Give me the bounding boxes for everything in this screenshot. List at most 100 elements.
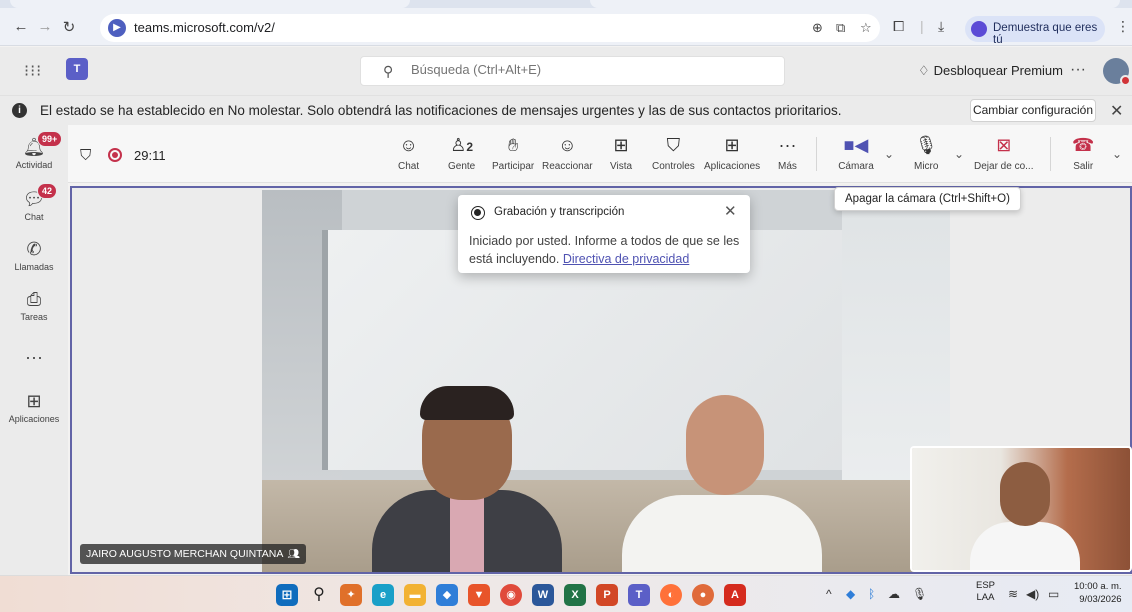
wifi-icon[interactable]: ≋ bbox=[1008, 587, 1018, 601]
edge-icon[interactable]: e bbox=[372, 584, 394, 606]
zoom-icon[interactable]: ⊕ bbox=[812, 20, 823, 36]
more-icon: ··· bbox=[778, 135, 797, 155]
address-bar[interactable]: ▶ teams.microsoft.com/v2/ ⊕ ⧉ ☆ bbox=[100, 14, 880, 42]
rail-item-activity[interactable]: 🔔︎ 99+ Actividad bbox=[0, 131, 68, 170]
chrome-icon[interactable]: ◉ bbox=[500, 584, 522, 606]
apps-label: Aplicaciones bbox=[704, 161, 761, 172]
mic-button[interactable]: 🎙︎ Micro bbox=[914, 135, 938, 172]
guest-icon: 👥︎ bbox=[287, 549, 301, 560]
self-view-video[interactable] bbox=[910, 446, 1132, 572]
chat-icon: ☺︎ bbox=[399, 135, 418, 155]
privacy-policy-link[interactable]: Directiva de privacidad bbox=[563, 252, 689, 266]
more-button[interactable]: ··· Más bbox=[778, 135, 797, 172]
word-icon[interactable]: W bbox=[532, 584, 554, 606]
windows-start-icon[interactable]: ⊞ bbox=[276, 584, 298, 606]
bookmark-star-icon[interactable]: ☆ bbox=[860, 20, 872, 36]
people-label: Gente bbox=[448, 161, 476, 172]
leave-options-chevron-icon[interactable]: ⌄ bbox=[1112, 147, 1122, 161]
react-button[interactable]: ☺ Reaccionar bbox=[542, 135, 593, 172]
language-indicator[interactable]: ESP LAA bbox=[976, 580, 995, 604]
leave-label: Salir bbox=[1073, 161, 1094, 172]
rail-label: Aplicaciones bbox=[8, 414, 60, 424]
meeting-info-shield-icon[interactable]: ⛉ bbox=[80, 147, 91, 164]
cast-icon[interactable]: ⧉ bbox=[836, 20, 845, 36]
file-explorer-icon[interactable]: ▬ bbox=[404, 584, 426, 606]
browser-tab[interactable] bbox=[590, 0, 1120, 8]
browser-tab[interactable] bbox=[10, 0, 410, 8]
show-hidden-icons-icon[interactable]: ^ bbox=[826, 587, 832, 601]
bluetooth-icon[interactable]: ᛒ bbox=[868, 587, 875, 601]
app-icon[interactable]: ● bbox=[692, 584, 714, 606]
rail-item-more[interactable]: ··· bbox=[0, 347, 68, 369]
tray-app-icon[interactable]: ◆ bbox=[846, 587, 855, 601]
tray-app-icon[interactable]: ☁ bbox=[888, 587, 900, 601]
toolbar-divider bbox=[816, 137, 817, 171]
close-icon[interactable]: ✕ bbox=[1110, 101, 1123, 121]
stop-sharing-button[interactable]: ⊠ Dejar de co... bbox=[974, 135, 1033, 172]
profile-icon bbox=[971, 21, 987, 37]
camera-icon: ■◀ bbox=[843, 135, 869, 155]
shield-controls-icon: ⛉ bbox=[666, 135, 681, 155]
powerpoint-icon[interactable]: P bbox=[596, 584, 618, 606]
people-icon: ♙2 bbox=[450, 135, 474, 155]
forward-icon[interactable]: → bbox=[36, 18, 54, 35]
battery-icon[interactable]: ▭ bbox=[1048, 587, 1059, 601]
leave-button[interactable]: ☎ Salir bbox=[1072, 135, 1094, 172]
copilot-icon[interactable]: ✦ bbox=[340, 584, 362, 606]
diamond-icon: ♢ bbox=[918, 63, 930, 78]
back-icon[interactable]: ← bbox=[12, 18, 30, 35]
chat-button[interactable]: ☺︎ Chat bbox=[398, 135, 419, 172]
add-apps-icon: ⊞ bbox=[26, 391, 42, 411]
rail-item-calls[interactable]: ✆ Llamadas bbox=[0, 239, 68, 272]
rail-label: Tareas bbox=[20, 312, 48, 322]
mic-options-chevron-icon[interactable]: ⌄ bbox=[954, 147, 964, 161]
user-avatar[interactable] bbox=[1103, 58, 1131, 86]
search-input[interactable] bbox=[411, 62, 771, 77]
browser-menu-icon[interactable]: ⋮ bbox=[1116, 18, 1130, 35]
camera-button[interactable]: ■◀ Cámara bbox=[836, 131, 876, 178]
settings-more-button[interactable]: ··· bbox=[1070, 61, 1086, 79]
view-button[interactable]: ⊞ Vista bbox=[610, 135, 632, 172]
participant-name-label: JAIRO AUGUSTO MERCHAN QUINTANA 👥︎ bbox=[80, 544, 307, 564]
apps-button[interactable]: ⊞ Aplicaciones bbox=[704, 135, 760, 172]
clock-time: 10:00 a. m. bbox=[1074, 581, 1122, 592]
system-clock[interactable]: 10:00 a. m. 9/03/2026 bbox=[1074, 580, 1122, 606]
profile-pill[interactable]: Demuestra que eres tú bbox=[965, 16, 1105, 46]
change-settings-button[interactable]: Cambiar configuración bbox=[970, 99, 1096, 122]
participant-name: JAIRO AUGUSTO MERCHAN QUINTANA bbox=[86, 548, 284, 560]
raise-hand-button[interactable]: ✋︎ Participar bbox=[492, 135, 534, 172]
camera-options-chevron-icon[interactable]: ⌄ bbox=[884, 147, 894, 161]
teams-icon[interactable]: T bbox=[628, 584, 650, 606]
acrobat-icon[interactable]: A bbox=[724, 584, 746, 606]
close-icon[interactable]: ✕ bbox=[724, 202, 737, 220]
url-text: teams.microsoft.com/v2/ bbox=[134, 20, 275, 35]
search-box[interactable]: ⚲ bbox=[360, 56, 785, 86]
browser-toolbar: ← → ↻ ▶ teams.microsoft.com/v2/ ⊕ ⧉ ☆ ⧠ … bbox=[0, 0, 1132, 46]
brave-icon[interactable]: ▼ bbox=[468, 584, 490, 606]
rail-item-apps[interactable]: ⊞ Aplicaciones bbox=[0, 391, 68, 424]
reload-icon[interactable]: ↻ bbox=[60, 18, 78, 36]
microphone-icon[interactable]: 🎙︎ bbox=[912, 587, 927, 601]
people-count: 2 bbox=[466, 140, 474, 154]
clock-date: 9/03/2026 bbox=[1079, 594, 1122, 605]
rail-item-chat[interactable]: 💬︎ 42 Chat bbox=[0, 183, 68, 222]
rail-item-tasks[interactable]: ⎙ Tareas bbox=[0, 289, 68, 322]
controls-button[interactable]: ⛉ Controles bbox=[652, 135, 695, 172]
smile-icon: ☺ bbox=[558, 135, 577, 155]
presence-dnd-icon bbox=[1120, 75, 1131, 86]
grid-view-icon: ⊞ bbox=[613, 135, 629, 155]
excel-icon[interactable]: X bbox=[564, 584, 586, 606]
search-icon[interactable]: ⚲ bbox=[308, 584, 330, 606]
stop-share-icon: ⊠ bbox=[996, 135, 1012, 155]
people-button[interactable]: ♙2 Gente bbox=[448, 135, 475, 172]
keyboard-layout: LAA bbox=[976, 592, 995, 603]
volume-icon[interactable]: ◀︎) bbox=[1026, 587, 1039, 601]
download-icon[interactable]: ⤓ bbox=[938, 18, 944, 35]
firefox-icon[interactable]: ◐ bbox=[660, 584, 682, 606]
store-icon[interactable]: ◆ bbox=[436, 584, 458, 606]
toolbar-divider: | bbox=[920, 18, 924, 34]
extensions-icon[interactable]: ⧠ bbox=[893, 18, 904, 35]
meeting-toolbar: ⛉ 29:11 ☺︎ Chat ♙2 Gente ✋︎ Participar ☺… bbox=[68, 125, 1132, 183]
unlock-premium-button[interactable]: ♢ Desbloquear Premium bbox=[918, 63, 1063, 79]
app-launcher-icon[interactable]: ⁝⁝⁝ bbox=[24, 61, 42, 81]
